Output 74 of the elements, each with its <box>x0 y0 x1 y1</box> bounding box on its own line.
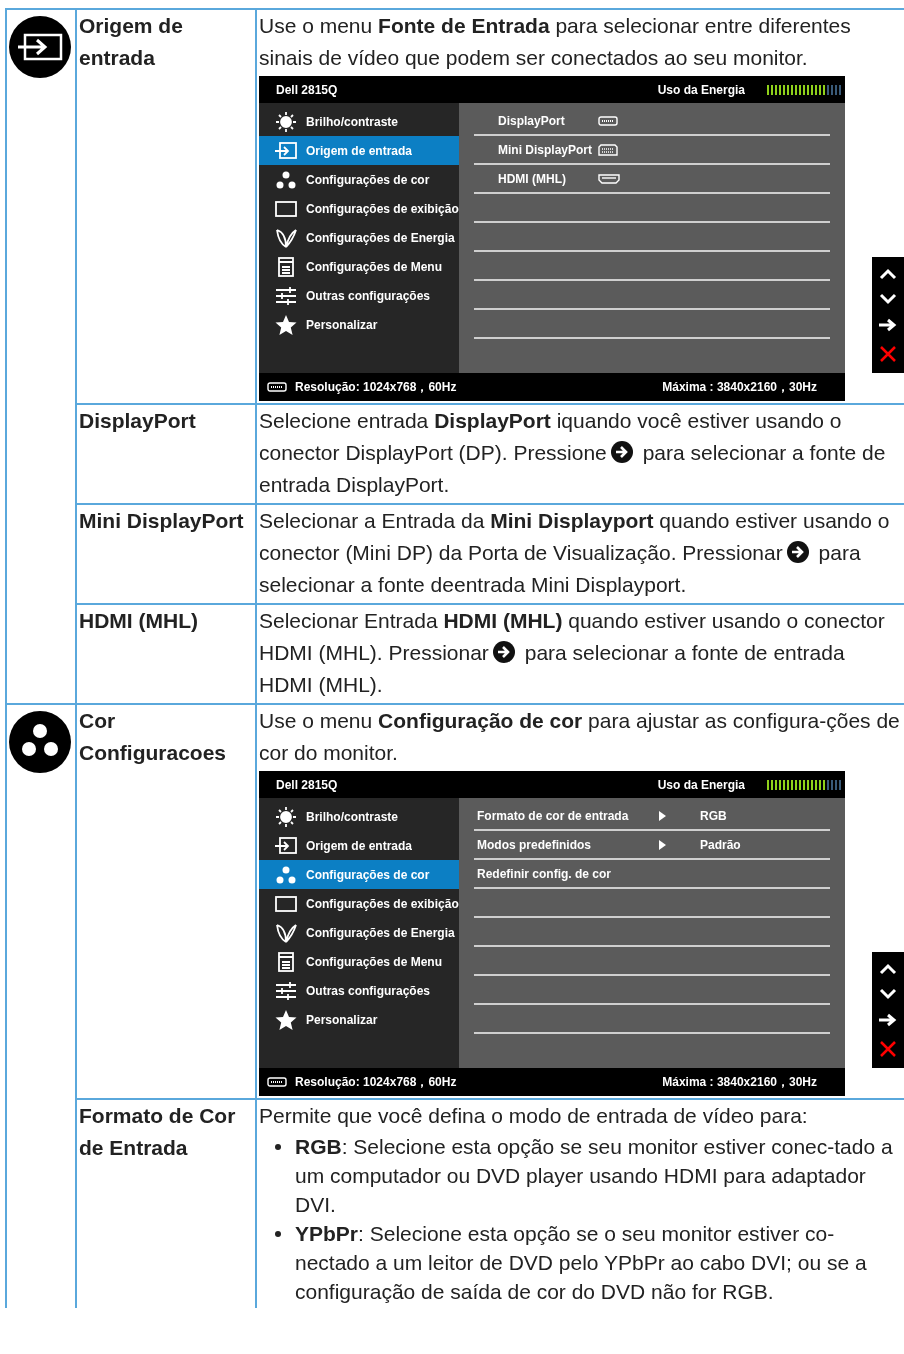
maximum-resolution-text: Máxima : 3840x2160，30Hz <box>662 1074 817 1091</box>
description-text: Selecione entrada DisplayPort iquando você estiver usando o conector DisplayPort (DP). Pressione para selecionar a fonte de entrada DisplayPort. <box>259 408 887 498</box>
description-text: Use o menu Fonte de Entrada para selecionar entre diferentes sinais de vídeo que podem ser conectados ao seu monitor. <box>259 13 852 71</box>
menu-item[interactable]: Origem de entrada <box>259 136 459 165</box>
row-label: Cor Configuracoes <box>79 709 227 764</box>
leaf-icon <box>274 226 298 249</box>
play-icon <box>659 810 666 821</box>
model-name: Dell 2815Q <box>276 776 338 794</box>
maximum-resolution-text: Máxima : 3840x2160，30Hz <box>662 379 817 396</box>
leaf-icon <box>274 921 298 944</box>
play-icon <box>659 839 666 850</box>
row-label: Mini DisplayPort <box>79 509 244 532</box>
description-text: Selecionar a Entrada da Mini Displayport quando estiver usando o conector (Mini DP) da Porta de Visualização. Pressionar para selecionar a fonte deentrada Mini Displayport. <box>259 508 891 598</box>
connector-icon <box>598 115 618 126</box>
menu-item[interactable]: Brilho/contraste <box>259 802 459 831</box>
row-label: Formato de Cor de Entrada <box>79 1104 236 1159</box>
resolution-text: Resolução: 1024x768，60Hz <box>295 1074 457 1091</box>
right-arrow-icon[interactable] <box>878 317 898 332</box>
connector-icon <box>598 143 618 156</box>
sliders-icon <box>274 979 298 1002</box>
input-icon <box>9 16 71 78</box>
menu-item[interactable]: Configurações de Menu <box>259 252 459 281</box>
close-icon[interactable] <box>879 344 897 363</box>
row-label: Origem de entrada <box>79 14 183 69</box>
connector-icon <box>598 173 620 184</box>
bullet-icon <box>275 1144 281 1150</box>
arrow-circle-icon <box>492 641 515 663</box>
menu-item[interactable]: Personalizar <box>259 1005 459 1034</box>
menu-item[interactable]: Configurações de cor <box>259 860 459 889</box>
description-text: Permite que você defina o modo de entrada de vídeo para: <box>259 1103 809 1129</box>
row-label: HDMI (MHL) <box>79 609 198 632</box>
energy-label: Uso da Energia <box>657 81 745 99</box>
menu-item[interactable]: Outras configurações <box>259 281 459 310</box>
input-icon <box>274 139 298 162</box>
description-text: Use o menu Configuração de cor para ajustar as configura-ções de cor do monitor. <box>259 708 901 766</box>
menu-item[interactable]: Configurações de cor <box>259 165 459 194</box>
arrow-circle-icon <box>786 541 809 563</box>
arrow-circle-icon <box>610 441 633 463</box>
input-icon <box>274 834 298 857</box>
close-icon[interactable] <box>879 1039 897 1058</box>
menu-item[interactable]: Brilho/contraste <box>259 107 459 136</box>
submenu-option[interactable]: Formato de cor de entrada RGB <box>474 799 830 832</box>
connector-icon <box>267 382 287 392</box>
brightness-icon <box>274 805 298 828</box>
row-label: DisplayPort <box>79 409 196 432</box>
menu-item[interactable]: Configurações de exibição <box>259 889 459 918</box>
menu-item[interactable]: Configurações de exibição <box>259 194 459 223</box>
star-icon <box>274 313 298 336</box>
energy-label: Uso da Energia <box>657 776 745 794</box>
menu-item[interactable]: Configurações de Energia <box>259 223 459 252</box>
brightness-icon <box>274 110 298 133</box>
option-value: RGB <box>700 807 727 825</box>
star-icon <box>274 1008 298 1031</box>
bullet-text: RGB: Selecione esta opção se seu monitor estiver conec-tado a um computador ou DVD player usando HDMI para adaptador DVI. <box>295 1134 894 1218</box>
sliders-icon <box>274 284 298 307</box>
down-icon[interactable] <box>879 292 897 305</box>
option-value: Padrão <box>700 836 741 854</box>
bullet-icon <box>275 1231 281 1237</box>
resolution-text: Resolução: 1024x768，60Hz <box>295 379 457 396</box>
menu-item[interactable]: Configurações de Menu <box>259 947 459 976</box>
dots-icon <box>9 711 71 773</box>
menu-item[interactable]: Outras configurações <box>259 976 459 1005</box>
connector-icon <box>267 1077 287 1087</box>
right-arrow-icon[interactable] <box>878 1012 898 1027</box>
bullet-text: YPbPr: Selecione esta opção se o seu monitor estiver co-nectado a um leitor de DVD pelo YPbPr ao cabo DVI; ou se a configuração de saída de cor do DVD não for RGB. <box>295 1221 868 1305</box>
menu-item[interactable]: Personalizar <box>259 310 459 339</box>
description-text: Selecionar Entrada HDMI (MHL) quando estiver usando o conector HDMI (MHL). Pressionar para selecionar a fonte de entrada HDMI (MHL). <box>259 608 886 698</box>
up-icon[interactable] <box>879 962 897 975</box>
up-icon[interactable] <box>879 267 897 280</box>
menu-item[interactable]: Configurações de Energia <box>259 918 459 947</box>
model-name: Dell 2815Q <box>276 81 338 99</box>
menu-item[interactable]: Origem de entrada <box>259 831 459 860</box>
submenu-option[interactable]: Modos predefinidos Padrão <box>474 828 830 861</box>
down-icon[interactable] <box>879 987 897 1000</box>
